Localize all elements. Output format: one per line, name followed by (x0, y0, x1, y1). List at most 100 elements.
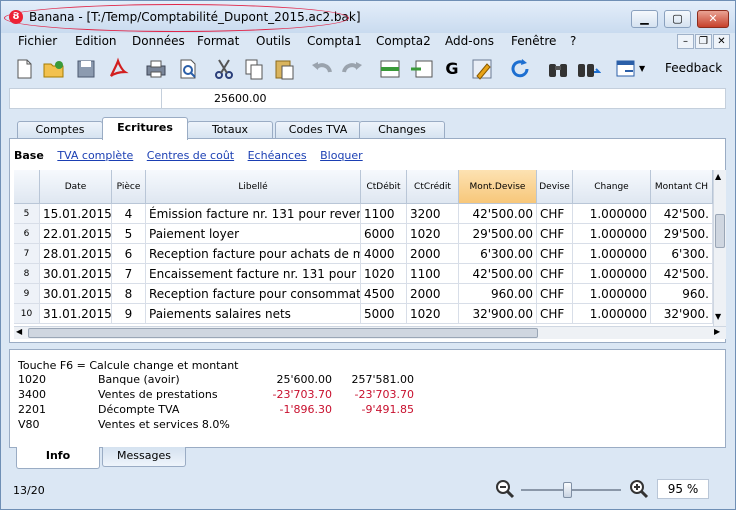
cell-mont-devise[interactable]: 29'500.00 (459, 224, 537, 244)
header-ctcredit[interactable]: CtCrédit (407, 170, 459, 204)
cell-mont-devise[interactable]: 960.00 (459, 284, 537, 304)
new-file-icon[interactable] (11, 56, 37, 82)
save-icon[interactable] (73, 56, 99, 82)
feedback-button[interactable]: Feedback (665, 61, 722, 75)
cell-change[interactable]: 1.000000 (573, 244, 651, 264)
table-row[interactable]: 5 15.01.2015 4 Émission facture nr. 131 pou… (14, 204, 713, 224)
cell-libelle[interactable]: Reception facture pour achats de matiè (146, 244, 361, 264)
table-row[interactable]: 8 30.01.2015 7 Encaissement facture nr. 131… (14, 264, 713, 284)
menu-help[interactable]: ? (570, 34, 576, 48)
menu-fenetre[interactable]: Fenêtre (511, 34, 556, 48)
cell-piece[interactable]: 9 (112, 304, 146, 324)
zoom-slider-thumb[interactable] (563, 482, 572, 498)
goto-icon[interactable]: G (439, 56, 465, 82)
formula-value[interactable]: 25600.00 (214, 92, 267, 105)
zoom-out-icon[interactable] (495, 479, 515, 499)
undo-icon[interactable] (309, 56, 335, 82)
cell-devise[interactable]: CHF (537, 264, 573, 284)
tab-changes[interactable]: Changes (359, 121, 445, 139)
mdi-minimize-button[interactable]: – (677, 34, 694, 49)
cell-montant-chf[interactable]: 42'500. (651, 264, 713, 284)
view-echeances[interactable]: Echéances (248, 149, 307, 162)
table-row[interactable]: 6 22.01.2015 5 Paiement loyer 6000 1020 29'500… (14, 224, 713, 244)
cell-devise[interactable]: CHF (537, 304, 573, 324)
table-row[interactable]: 9 30.01.2015 8 Reception facture pour conso… (14, 284, 713, 304)
redo-icon[interactable] (339, 56, 365, 82)
cut-icon[interactable] (211, 56, 237, 82)
cell-mont-devise[interactable]: 32'900.00 (459, 304, 537, 324)
table-row[interactable]: 7 28.01.2015 6 Reception facture pour achat… (14, 244, 713, 264)
cell-ctcredit[interactable]: 1020 (407, 304, 459, 324)
maximize-button[interactable]: ▢ (664, 10, 691, 28)
delete-row-icon[interactable] (409, 56, 435, 82)
tab-ecritures[interactable]: Ecritures (102, 117, 188, 140)
print-preview-icon[interactable] (175, 56, 201, 82)
tab-totaux[interactable]: Totaux (187, 121, 273, 139)
cell-ctcredit[interactable]: 2000 (407, 284, 459, 304)
cell-ctdebit[interactable]: 1100 (361, 204, 407, 224)
cell-date[interactable]: 22.01.2015 (40, 224, 112, 244)
cell-change[interactable]: 1.000000 (573, 224, 651, 244)
cell-ctcredit[interactable]: 3200 (407, 204, 459, 224)
menu-addons[interactable]: Add-ons (445, 34, 494, 48)
cell-change[interactable]: 1.000000 (573, 304, 651, 324)
row-number[interactable]: 8 (14, 264, 40, 284)
header-piece[interactable]: Pièce (112, 170, 146, 204)
cell-piece[interactable]: 4 (112, 204, 146, 224)
cell-piece[interactable]: 6 (112, 244, 146, 264)
cell-date[interactable]: 30.01.2015 (40, 264, 112, 284)
cell-devise[interactable]: CHF (537, 244, 573, 264)
close-button[interactable]: ✕ (697, 10, 729, 28)
tab-codes-tva[interactable]: Codes TVA (275, 121, 361, 139)
cell-ctdebit[interactable]: 6000 (361, 224, 407, 244)
cell-libelle[interactable]: Paiements salaires nets (146, 304, 361, 324)
header-date[interactable]: Date (40, 170, 112, 204)
print-icon[interactable] (143, 56, 169, 82)
horizontal-scrollbar[interactable]: ◀ ▶ (14, 326, 726, 339)
cell-libelle[interactable]: Reception facture pour consommation (146, 284, 361, 304)
menu-donnees[interactable]: Données (132, 34, 185, 48)
cell-change[interactable]: 1.000000 (573, 204, 651, 224)
header-ctdebit[interactable]: CtDébit (361, 170, 407, 204)
menu-compta1[interactable]: Compta1 (307, 34, 362, 48)
minimize-button[interactable]: ▁ (631, 10, 658, 28)
tab-info[interactable]: Info (16, 447, 100, 469)
menu-outils[interactable]: Outils (256, 34, 291, 48)
header-libelle[interactable]: Libellé (146, 170, 361, 204)
menu-compta2[interactable]: Compta2 (376, 34, 431, 48)
cell-date[interactable]: 31.01.2015 (40, 304, 112, 324)
row-number[interactable]: 6 (14, 224, 40, 244)
cell-date[interactable]: 30.01.2015 (40, 284, 112, 304)
cell-montant-chf[interactable]: 32'900. (651, 304, 713, 324)
view-base[interactable]: Base (14, 149, 44, 162)
cell-ctcredit[interactable]: 1020 (407, 224, 459, 244)
header-montant-chf[interactable]: Montant CH (651, 170, 713, 204)
mdi-close-button[interactable]: ✕ (713, 34, 730, 49)
zoom-in-icon[interactable] (629, 479, 649, 499)
cell-libelle[interactable]: Émission facture nr. 131 pour revente m (146, 204, 361, 224)
row-number[interactable]: 9 (14, 284, 40, 304)
edit-cell-icon[interactable] (469, 56, 495, 82)
menu-format[interactable]: Format (197, 34, 239, 48)
cell-devise[interactable]: CHF (537, 224, 573, 244)
cell-ctdebit[interactable]: 5000 (361, 304, 407, 324)
cell-ctdebit[interactable]: 1020 (361, 264, 407, 284)
open-folder-icon[interactable] (41, 56, 67, 82)
vertical-scroll-thumb[interactable] (715, 214, 725, 248)
cell-piece[interactable]: 7 (112, 264, 146, 284)
tab-comptes[interactable]: Comptes (17, 121, 103, 139)
cell-devise[interactable]: CHF (537, 204, 573, 224)
cell-devise[interactable]: CHF (537, 284, 573, 304)
search-binoculars-icon[interactable] (545, 56, 571, 82)
cell-mont-devise[interactable]: 6'300.00 (459, 244, 537, 264)
cell-ctdebit[interactable]: 4500 (361, 284, 407, 304)
table-row[interactable]: 10 31.01.2015 9 Paiements salaires nets 5000… (14, 304, 713, 324)
cell-ctcredit[interactable]: 1100 (407, 264, 459, 284)
horizontal-scroll-thumb[interactable] (28, 328, 538, 338)
cell-change[interactable]: 1.000000 (573, 264, 651, 284)
row-number[interactable]: 7 (14, 244, 40, 264)
cell-ctcredit[interactable]: 2000 (407, 244, 459, 264)
tab-messages[interactable]: Messages (102, 447, 186, 467)
scroll-down-icon[interactable]: ▼ (715, 312, 721, 321)
window-switch-icon[interactable] (613, 56, 639, 82)
